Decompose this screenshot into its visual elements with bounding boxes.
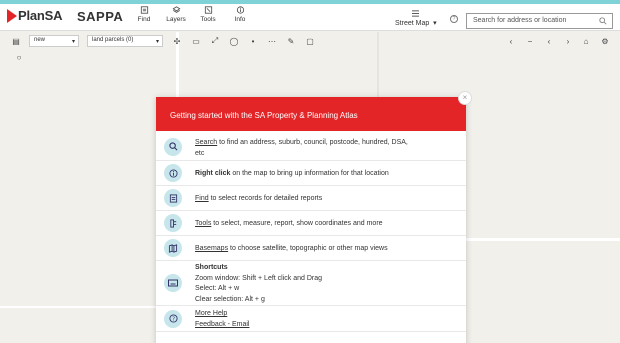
- new-select-value: new: [34, 37, 46, 43]
- nav-tools[interactable]: Tools: [192, 6, 224, 23]
- help-text: Tools to select, measure, report, show c…: [195, 219, 383, 230]
- select-rectangle-icon[interactable]: ▭: [190, 35, 202, 47]
- help-row-search: Search to find an address, suburb, counc…: [156, 133, 466, 161]
- nav-info[interactable]: Info: [224, 6, 256, 23]
- logo-text: PlanSA: [18, 8, 63, 23]
- help-row-find: Find to select records for detailed repo…: [156, 186, 466, 211]
- find-icon: [164, 189, 182, 207]
- help-row-tools: Tools to select, measure, report, show c…: [156, 211, 466, 236]
- basemap-label: Street Map: [395, 20, 430, 27]
- help-text-body: to select, measure, report, show coordin…: [211, 220, 383, 227]
- help-row-shortcuts: Shortcuts Zoom window: Shift + Left clic…: [156, 261, 466, 306]
- help-text-body: to choose satellite, topographic or othe…: [228, 245, 388, 252]
- help-text: Basemaps to choose satellite, topographi…: [195, 244, 388, 255]
- search-placeholder: Search for address or location: [473, 17, 567, 24]
- shortcut-line: Select: Alt + w: [195, 285, 240, 292]
- select-circle-icon[interactable]: ◯: [228, 35, 240, 47]
- help-links: More Help Feedback - Email: [195, 309, 249, 330]
- basemap-selector[interactable]: Street Map ▾: [395, 10, 437, 27]
- main-nav: Find Layers Tools Info: [128, 6, 256, 23]
- pan-left-icon[interactable]: ‹: [543, 35, 555, 47]
- select-point-icon[interactable]: ✣: [171, 35, 183, 47]
- chevron-down-icon: ▾: [155, 39, 159, 45]
- map-icon: [164, 239, 182, 257]
- nav-tools-label: Tools: [200, 16, 216, 23]
- map-road: [0, 306, 156, 308]
- help-text-body: etc: [195, 149, 205, 157]
- layers-icon: [172, 6, 180, 13]
- chevron-down-icon: ▾: [431, 20, 437, 27]
- tools-link[interactable]: Tools: [195, 220, 211, 227]
- find-icon: [140, 6, 148, 14]
- close-icon[interactable]: ×: [458, 91, 472, 105]
- chevron-down-icon: ▾: [71, 39, 75, 45]
- find-link[interactable]: Find: [195, 195, 209, 202]
- info-icon: [236, 6, 244, 14]
- search-input[interactable]: Search for address or location: [466, 13, 613, 29]
- shortcuts-text: Shortcuts Zoom window: Shift + Left clic…: [195, 263, 322, 305]
- select-expand-icon[interactable]: ⤢: [209, 35, 221, 47]
- app-name: SAPPA: [77, 9, 124, 24]
- plansa-logo-mark-icon: [7, 8, 17, 23]
- right-click-label: Right click: [195, 170, 231, 177]
- search-icon: [164, 137, 182, 156]
- home-icon[interactable]: ⌂: [580, 35, 592, 47]
- info-icon: [164, 164, 182, 182]
- dialog-title: Getting started with the SA Property & P…: [156, 97, 466, 131]
- app-header: PlanSA SAPPA Find Layers Tools Info Stre…: [0, 4, 620, 31]
- menu-icon: [412, 10, 420, 17]
- map-road: [466, 238, 620, 241]
- zoom-out-icon[interactable]: −: [524, 35, 536, 47]
- shortcut-line: Zoom window: Shift + Left click and Drag: [195, 274, 323, 282]
- help-text-body: to select records for detailed reports: [208, 195, 323, 202]
- help-text-body: to find an address, suburb, council, pos…: [217, 139, 408, 146]
- nav-find-label: Find: [137, 16, 151, 23]
- help-text: Find to select records for detailed repo…: [195, 194, 322, 205]
- help-icon: ?: [164, 309, 182, 328]
- search-icon: [599, 17, 607, 25]
- svg-text:?: ?: [172, 316, 175, 322]
- map-toolbar: ▤ new ▾ land parcels (0) ▾ ✣ ▭ ⤢ ◯ • ⋯ ✎…: [10, 34, 323, 48]
- gear-icon[interactable]: ⚙: [599, 35, 611, 47]
- back-icon[interactable]: ‹: [505, 35, 517, 47]
- layer-select-value: land parcels (0): [92, 37, 134, 43]
- shortcut-line: Clear selection: Alt + g: [195, 295, 265, 303]
- keyboard-icon: [164, 274, 182, 292]
- feedback-email-link[interactable]: Feedback - Email: [195, 321, 249, 328]
- legend-icon[interactable]: ▤: [10, 35, 22, 47]
- pan-right-icon[interactable]: ›: [562, 35, 574, 47]
- plansa-logo[interactable]: PlanSA: [7, 8, 63, 23]
- tools-icon: [164, 214, 182, 232]
- nav-find[interactable]: Find: [128, 6, 160, 23]
- nav-info-label: Info: [234, 16, 246, 23]
- measure-icon[interactable]: ✎: [285, 35, 297, 47]
- search-link[interactable]: Search: [195, 139, 217, 146]
- shortcuts-title: Shortcuts: [195, 264, 228, 271]
- clear-icon[interactable]: ▢: [304, 35, 316, 47]
- help-text: Right click on the map to bring up infor…: [195, 169, 389, 180]
- basemaps-link[interactable]: Basemaps: [195, 245, 228, 252]
- help-text-body: on the map to bring up information for t…: [230, 170, 389, 177]
- layer-select[interactable]: land parcels (0) ▾: [87, 35, 163, 47]
- tools-icon: [204, 6, 212, 14]
- more-icon[interactable]: ⋯: [266, 35, 278, 47]
- nav-layers-label: Layers: [166, 16, 186, 23]
- more-help-link[interactable]: More Help: [195, 310, 227, 317]
- nav-layers[interactable]: Layers: [160, 6, 192, 23]
- help-row-basemaps: Basemaps to choose satellite, topographi…: [156, 236, 466, 261]
- help-row-more: ? More Help Feedback - Email: [156, 306, 466, 332]
- help-row-right-click: Right click on the map to bring up infor…: [156, 161, 466, 186]
- refresh-icon[interactable]: ○: [13, 51, 25, 63]
- getting-started-dialog: Getting started with the SA Property & P…: [156, 91, 472, 343]
- help-text: Search to find an address, suburb, counc…: [195, 138, 408, 159]
- new-select[interactable]: new ▾: [29, 35, 79, 47]
- select-dot-icon[interactable]: •: [247, 35, 259, 47]
- help-icon[interactable]: ?: [450, 15, 458, 23]
